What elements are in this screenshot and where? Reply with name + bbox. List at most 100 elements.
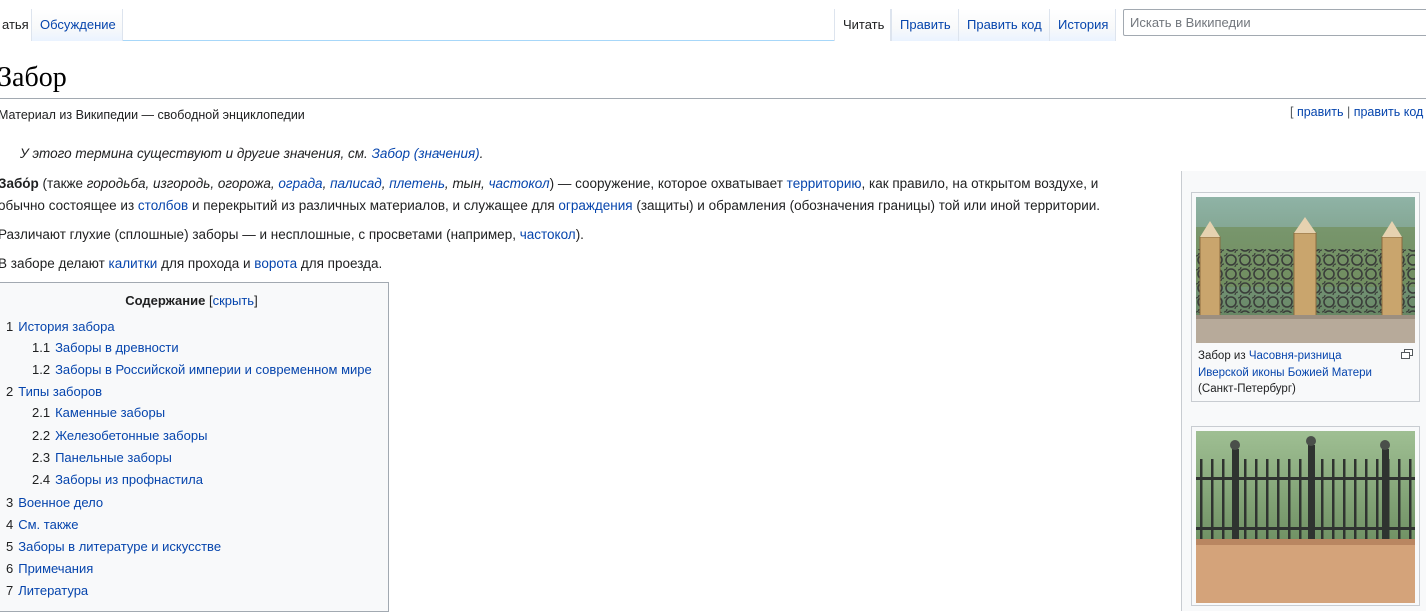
text: для проезда. xyxy=(297,256,383,271)
toc-item-number: 1.1 xyxy=(32,340,51,355)
toc-item[interactable]: 2.3 Панельные заборы xyxy=(32,449,172,466)
comma: , xyxy=(481,176,489,191)
toc-item-label[interactable]: Заборы в литературе и искусстве xyxy=(18,539,221,554)
synonyms-italic: городьба, изгородь, огорожа, xyxy=(86,176,279,191)
toc-item-label[interactable]: См. также xyxy=(18,517,78,532)
thumbnail-1: Забор из Часовня-ризница Иверской иконы … xyxy=(1191,192,1420,402)
tab-read-label: Читать xyxy=(843,17,885,32)
caption-prefix: Забор из xyxy=(1198,350,1249,362)
tab-talk[interactable]: Обсуждение xyxy=(31,9,123,41)
toc-item-label[interactable]: Каменные заборы xyxy=(55,405,165,420)
site-tagline: Материал из Википедии — свободной энцикл… xyxy=(0,108,305,122)
lead-line-1: Забо́р (также городьба, изгородь, огорож… xyxy=(0,173,1100,195)
link-chastokol-2[interactable]: частокол xyxy=(520,227,576,242)
paragraph-types: Различают глухие (сплошные) заборы — и н… xyxy=(0,224,584,246)
link-chastokol[interactable]: частокол xyxy=(489,176,550,191)
tab-edit-source-label: Править код xyxy=(967,17,1042,32)
text: , как правило, на открытом воздухе, и xyxy=(861,176,1099,191)
toc-item-label[interactable]: Железобетонные заборы xyxy=(55,428,207,443)
edit-link[interactable]: править xyxy=(1297,105,1344,119)
text: Различают глухие (сплошные) заборы — и н… xyxy=(0,227,520,242)
toc-item-label[interactable]: Типы заборов xyxy=(18,384,102,399)
toc-item[interactable]: 5 Заборы в литературе и искусстве xyxy=(6,538,221,555)
toc-item-label[interactable]: Заборы в Российской империи и современно… xyxy=(55,362,372,377)
text: и перекрытий из различных материалов, и … xyxy=(188,197,559,213)
toc-item-label[interactable]: Панельные заборы xyxy=(55,450,172,465)
link-ograda[interactable]: ограда xyxy=(278,176,322,191)
fence-photo-1[interactable] xyxy=(1196,197,1415,343)
page-title: Забор xyxy=(0,62,67,93)
toc-item-label[interactable]: Военное дело xyxy=(18,495,103,510)
toc-hide-toggle[interactable]: скрыть xyxy=(213,293,255,308)
toc-item-number: 2.1 xyxy=(32,405,51,420)
tab-talk-label: Обсуждение xyxy=(40,17,116,32)
toc-item-number: 6 xyxy=(6,561,14,576)
link-vorota[interactable]: ворота xyxy=(254,256,297,271)
toc-item[interactable]: 2 Типы заборов xyxy=(6,383,102,400)
toc-item-label[interactable]: Примечания xyxy=(18,561,93,576)
heading-divider xyxy=(0,98,1426,99)
section-edit-links: [ править | править код xyxy=(1290,105,1423,119)
link-palisad[interactable]: палисад xyxy=(330,176,382,191)
toc-item-number: 2.3 xyxy=(32,450,51,465)
search-placeholder: Искать в Википедии xyxy=(1130,15,1251,30)
tab-edit-source[interactable]: Править код xyxy=(958,9,1049,41)
fence-photo-2[interactable] xyxy=(1196,431,1415,603)
tab-edit[interactable]: Править xyxy=(891,9,958,41)
tab-history[interactable]: История xyxy=(1049,9,1116,41)
toc-item[interactable]: 1.2 Заборы в Российской империи и совреме… xyxy=(32,361,372,378)
thumbnail-caption: Забор из Часовня-ризница Иверской иконы … xyxy=(1198,348,1388,398)
toc-item[interactable]: 6 Примечания xyxy=(6,560,93,577)
search-input[interactable]: Искать в Википедии xyxy=(1123,9,1426,36)
toc-item[interactable]: 1 История забора xyxy=(6,318,115,335)
tab-article[interactable]: атья xyxy=(0,9,31,41)
toc-item-number: 2.2 xyxy=(32,428,51,443)
text: (защиты) и обрамления (обозначения грани… xyxy=(632,197,1101,213)
toc-toggle-close: ] xyxy=(254,293,258,308)
toc-title: Содержание xyxy=(125,293,206,308)
toc-item[interactable]: 7 Литература xyxy=(6,582,88,599)
paragraph-gates: В заборе делают калитки для прохода и во… xyxy=(0,253,382,275)
term-bold: Забо́р xyxy=(0,176,39,191)
lead-paragraph: Забо́р (также городьба, изгородь, огорож… xyxy=(0,173,1100,216)
comma: , xyxy=(322,176,331,191)
link-stolby[interactable]: столбов xyxy=(138,198,188,213)
text: ). xyxy=(575,227,584,242)
toc-item-label[interactable]: Литература xyxy=(18,583,88,598)
toc-item[interactable]: 3 Военное дело xyxy=(6,494,103,511)
link-ograzhdenie[interactable]: ограждения xyxy=(558,198,632,213)
toc-item-number: 2.4 xyxy=(32,472,51,487)
toc-item-number: 1.2 xyxy=(32,362,51,377)
toc-item[interactable]: 1.1 Заборы в древности xyxy=(32,339,179,356)
link-territory[interactable]: территорию xyxy=(787,176,862,191)
toc-item-label[interactable]: Заборы в древности xyxy=(55,340,179,355)
toc-item-label[interactable]: История забора xyxy=(18,319,114,334)
hatnote: У этого термина существуют и другие знач… xyxy=(20,146,483,161)
toc-item[interactable]: 2.1 Каменные заборы xyxy=(32,404,165,421)
toc-item-number: 7 xyxy=(6,583,14,598)
enlarge-icon[interactable] xyxy=(1401,349,1413,359)
lead-line-2: обычно состоящее из столбов и перекрытий… xyxy=(0,195,1100,217)
toc-item-number: 3 xyxy=(6,495,14,510)
table-of-contents: Содержание [скрыть] 1 История забора 1.1 З… xyxy=(0,282,389,612)
hatnote-text: У этого термина существуют и другие знач… xyxy=(20,146,372,161)
hatnote-link[interactable]: Забор (значения) xyxy=(372,146,480,161)
edit-source-link[interactable]: править код xyxy=(1354,105,1424,119)
link-kalitki[interactable]: калитки xyxy=(109,256,158,271)
toc-item[interactable]: 2.2 Железобетонные заборы xyxy=(32,427,207,444)
top-tab-bar: атья Обсуждение Читать Править Править к… xyxy=(0,0,1426,42)
toc-item[interactable]: 4 См. также xyxy=(6,516,78,533)
toc-toggle-open: [ xyxy=(205,293,213,308)
toc-item-label[interactable]: Заборы из профнастила xyxy=(55,472,203,487)
tab-edit-label: Править xyxy=(900,17,951,32)
tab-read[interactable]: Читать xyxy=(834,9,891,41)
text: (также xyxy=(38,176,87,191)
link-pleten[interactable]: плетень xyxy=(389,176,445,191)
toc-item-number: 1 xyxy=(6,319,14,334)
toc-item[interactable]: 2.4 Заборы из профнастила xyxy=(32,471,203,488)
hatnote-end: . xyxy=(479,146,484,161)
tab-article-label: атья xyxy=(2,17,29,32)
text: для прохода и xyxy=(157,256,255,271)
synonym-tyn: тын xyxy=(452,176,482,191)
text: В заборе делают xyxy=(0,256,109,271)
